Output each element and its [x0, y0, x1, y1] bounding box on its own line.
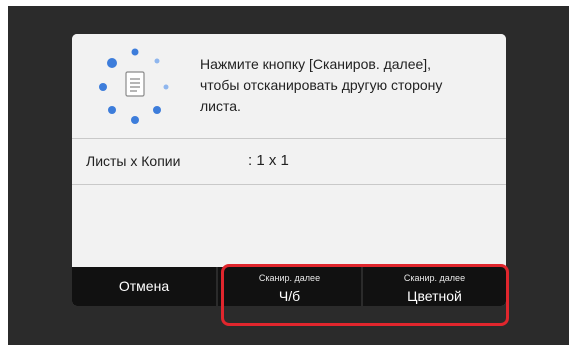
- sheets-copies-label: Листы x Копии: [86, 153, 181, 169]
- scan-next-bw-button[interactable]: Сканир. далее Ч/б: [218, 267, 361, 306]
- sheets-copies-value: : 1 x 1: [248, 152, 289, 169]
- instruction-message: Нажмите кнопку [Сканиров. далее], чтобы …: [200, 56, 443, 114]
- scan-next-color-label: Цветной: [407, 288, 462, 304]
- cancel-button[interactable]: Отмена: [72, 267, 216, 306]
- scan-next-color-button[interactable]: Сканир. далее Цветной: [363, 267, 506, 306]
- scan-next-bw-label: Ч/б: [278, 288, 301, 304]
- empty-area: [72, 185, 506, 265]
- message-area: Нажмите кнопку [Сканиров. далее], чтобы …: [72, 34, 506, 138]
- divider: [72, 138, 506, 139]
- cancel-button-label: Отмена: [118, 278, 170, 294]
- button-bar: Отмена Сканир. далее Ч/б Сканир. далее Ц…: [72, 267, 506, 306]
- document-spinner-icon: [99, 48, 169, 124]
- scan-next-dialog: Нажмите кнопку [Сканиров. далее], чтобы …: [72, 34, 506, 306]
- scan-next-bw-sublabel: Сканир. далее: [258, 273, 321, 283]
- sheets-copies-row: Листы x Копии : 1 x 1: [72, 140, 506, 184]
- scan-next-color-sublabel: Сканир. далее: [403, 273, 466, 283]
